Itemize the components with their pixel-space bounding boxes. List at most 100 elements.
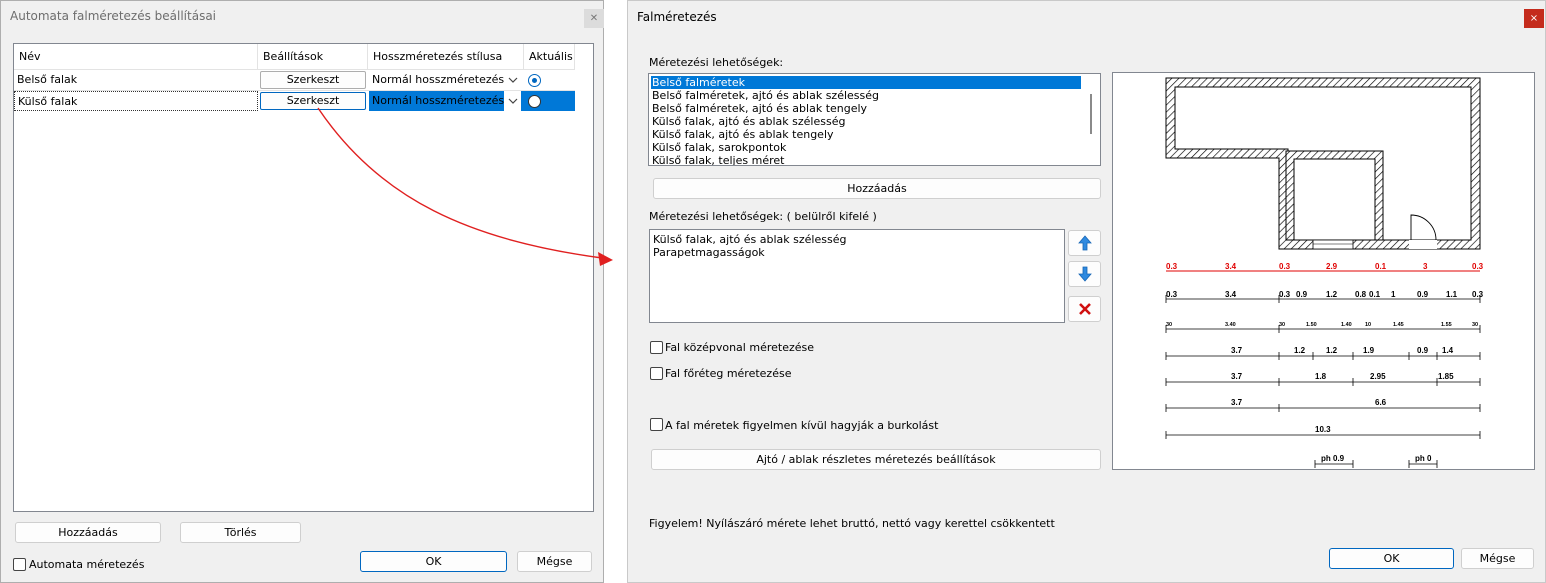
dim-label: 1.55 <box>1441 322 1452 328</box>
row-name: Külső falak <box>14 91 258 111</box>
dim-label: 0.8 <box>1355 290 1367 299</box>
dim-label: 1.9 <box>1363 346 1375 355</box>
list-item[interactable]: Belső falméretek, ajtó és ablak tengely <box>651 102 867 115</box>
current-radio[interactable] <box>528 95 541 108</box>
dim-label: 10.3 <box>1315 425 1331 434</box>
edit-button[interactable]: Szerkeszt <box>260 92 366 110</box>
mainlayer-checkbox[interactable] <box>650 367 663 380</box>
dim-label: 0.3 <box>1279 290 1291 299</box>
dim-label: 3.40 <box>1225 322 1236 328</box>
left-dialog: Automata falméretezés beállításai ✕ Név … <box>0 0 604 583</box>
dim-label: 6.6 <box>1375 398 1387 407</box>
style-dropdown[interactable]: Normál hosszméretezés <box>369 91 504 111</box>
dim-label: 3.7 <box>1231 372 1243 381</box>
dim-label: 0.1 <box>1369 290 1381 299</box>
dim-label: 1.50 <box>1306 322 1317 328</box>
cancel-button[interactable]: Mégse <box>1461 548 1534 569</box>
left-titlebar: Automata falméretezés beállításai ✕ <box>1 1 604 31</box>
dim-label: 0.9 <box>1417 290 1429 299</box>
warning-text: Figyelem! Nyílászáró mérete lehet bruttó… <box>649 517 1055 530</box>
close-icon[interactable]: ✕ <box>584 9 604 28</box>
dim-label: 30 <box>1279 322 1285 328</box>
ordered-options-label: Méretezési lehetőségek: ( belülről kifel… <box>649 210 877 223</box>
list-item[interactable]: Külső falak, teljes méret <box>651 154 784 165</box>
table-row[interactable]: Külső falak Szerkeszt Normál hosszmérete… <box>14 91 575 111</box>
dim-label: 1.85 <box>1438 372 1454 381</box>
dim-label: 3 <box>1423 262 1428 271</box>
list-item[interactable]: Belső falméretek, ajtó és ablak szélessé… <box>651 89 879 102</box>
centerline-label: Fal középvonal méretezése <box>665 341 814 354</box>
dim-label: 2.95 <box>1370 372 1386 381</box>
right-titlebar: Falméretezés × <box>628 1 1545 31</box>
dim-label: 10 <box>1365 322 1371 328</box>
close-icon[interactable]: × <box>1524 9 1544 28</box>
mainlayer-label: Fal főréteg méretezése <box>665 367 792 380</box>
dim-label: 0.3 <box>1472 262 1484 271</box>
list-item[interactable]: Külső falak, sarokpontok <box>651 141 786 154</box>
move-down-button[interactable] <box>1068 261 1101 287</box>
options-label: Méretezési lehetőségek: <box>649 56 784 69</box>
dim-label: 1.2 <box>1294 346 1306 355</box>
arrow-down-icon <box>1077 266 1092 282</box>
dim-label: 3.4 <box>1225 290 1237 299</box>
column-header-current[interactable]: Aktuális <box>524 44 575 69</box>
ordered-options-listbox[interactable]: Külső falak, ajtó és ablak szélesség Par… <box>649 229 1065 323</box>
dim-label: 1.45 <box>1393 322 1404 328</box>
floorplan-drawing: 0.3 3.4 0.3 2.9 0.1 3 0.3 0.3 3.4 0.3 0.… <box>1165 77 1484 468</box>
dim-label: 3.7 <box>1231 346 1243 355</box>
dim-label: 1.2 <box>1326 290 1338 299</box>
column-header-style[interactable]: Hosszméretezés stílusa <box>368 44 524 69</box>
dim-label: 0.3 <box>1166 262 1178 271</box>
dim-label: ph 0 <box>1415 454 1432 463</box>
dim-label: 1.1 <box>1446 290 1458 299</box>
row-name: Belső falak <box>17 73 78 86</box>
edit-button[interactable]: Szerkeszt <box>260 71 366 89</box>
chevron-down-icon[interactable] <box>504 92 521 110</box>
wall-type-table: Név Beállítások Hosszméretezés stílusa A… <box>13 43 594 512</box>
right-dialog: Falméretezés × Méretezési lehetőségek: B… <box>627 0 1546 583</box>
delete-button[interactable]: Törlés <box>180 522 301 543</box>
dim-label: 0.3 <box>1472 290 1484 299</box>
list-item[interactable]: Parapetmagasságok <box>652 246 765 259</box>
dim-label: 2.9 <box>1326 262 1338 271</box>
centerline-checkbox[interactable] <box>650 341 663 354</box>
options-listbox[interactable]: Belső falméretek Belső falméretek, ajtó … <box>648 73 1101 166</box>
dim-label: 30 <box>1166 322 1172 328</box>
scrollbar-thumb[interactable] <box>1090 94 1092 134</box>
dim-label: 3.4 <box>1225 262 1237 271</box>
ok-button[interactable]: OK <box>1329 548 1454 569</box>
list-item[interactable]: Külső falak, ajtó és ablak szélesség <box>652 233 846 246</box>
dim-label: 1.40 <box>1341 322 1352 328</box>
auto-dimension-label: Automata méretezés <box>29 558 145 571</box>
column-header-settings[interactable]: Beállítások <box>258 44 368 69</box>
dim-label: 0.3 <box>1279 262 1291 271</box>
auto-dimension-checkbox[interactable] <box>13 558 26 571</box>
table-row[interactable]: Belső falak Szerkeszt Normál hosszmérete… <box>14 70 575 90</box>
move-up-button[interactable] <box>1068 230 1101 256</box>
style-dropdown[interactable]: Normál hosszméretezés <box>369 70 504 90</box>
add-button[interactable]: Hozzáadás <box>15 522 161 543</box>
left-dialog-title: Automata falméretezés beállításai <box>10 9 217 23</box>
dim-label: 0.9 <box>1296 290 1308 299</box>
right-dialog-title: Falméretezés <box>637 10 717 24</box>
chevron-down-icon[interactable] <box>504 71 521 89</box>
list-item[interactable]: Belső falméretek <box>651 76 1081 89</box>
cancel-button[interactable]: Mégse <box>517 551 592 572</box>
current-radio[interactable] <box>528 74 541 87</box>
dim-label: 0.9 <box>1417 346 1429 355</box>
delete-x-icon <box>1078 303 1091 315</box>
dim-label: 0.3 <box>1166 290 1178 299</box>
list-item[interactable]: Külső falak, ajtó és ablak tengely <box>651 128 834 141</box>
ok-button[interactable]: OK <box>360 551 507 572</box>
dim-label: ph 0.9 <box>1321 454 1345 463</box>
list-item[interactable]: Külső falak, ajtó és ablak szélesség <box>651 115 845 128</box>
dimension-preview: 0.3 3.4 0.3 2.9 0.1 3 0.3 0.3 3.4 0.3 0.… <box>1112 72 1535 470</box>
dim-label: 1.8 <box>1315 372 1327 381</box>
door-window-detail-button[interactable]: Ajtó / ablak részletes méretezés beállít… <box>651 449 1101 470</box>
ignore-cladding-checkbox[interactable] <box>650 418 663 431</box>
add-option-button[interactable]: Hozzáadás <box>653 178 1101 199</box>
dim-label: 3.7 <box>1231 398 1243 407</box>
dim-label: 0.1 <box>1375 262 1387 271</box>
remove-button[interactable] <box>1068 296 1101 322</box>
column-header-name[interactable]: Név <box>14 44 258 69</box>
